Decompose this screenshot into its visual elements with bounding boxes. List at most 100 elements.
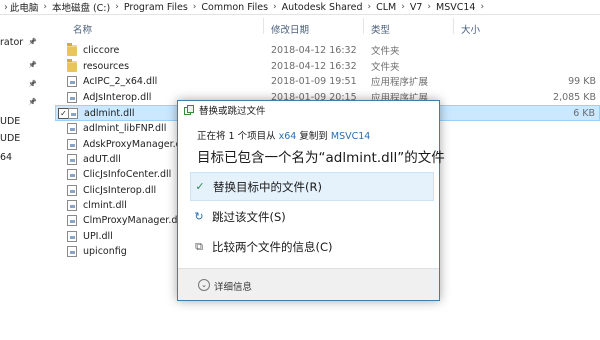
file-size: 2,085 KB — [553, 91, 596, 103]
pin-icon: 📌 — [28, 80, 37, 88]
nav-item[interactable]: 📌 — [0, 94, 50, 110]
checkmark-icon: ✓ — [195, 180, 205, 193]
column-header-date[interactable]: 修改日期 — [271, 22, 309, 36]
folder-icon — [67, 42, 77, 56]
dll-file-icon — [67, 153, 77, 165]
compare-files-option[interactable]: ⧉ 比较两个文件的信息(C) — [190, 232, 434, 261]
conflict-message: 目标已包含一个名为“adlmint.dll”的文件 — [197, 150, 445, 166]
skip-file-option[interactable]: ↻ 跳过该文件(S) — [190, 202, 434, 231]
breadcrumb[interactable]: › 此电脑 › 本地磁盘 (C:) › Program Files › Common Fil… — [0, 0, 600, 15]
chevron-right-icon[interactable]: › — [368, 2, 372, 12]
file-name: resources — [83, 60, 130, 72]
chevron-right-icon[interactable]: › — [480, 2, 484, 12]
dll-file-icon — [67, 230, 77, 242]
file-name: ClicJsInfoCenter.dll — [83, 168, 172, 180]
file-type: 文件夹 — [371, 46, 400, 57]
chevron-down-icon[interactable]: ⌄ — [198, 279, 210, 291]
chevron-right-icon[interactable]: › — [273, 2, 277, 12]
dll-file-icon — [67, 122, 77, 134]
nav-item[interactable]: UDE — [0, 130, 50, 146]
breadcrumb-item[interactable]: Program Files — [124, 2, 188, 13]
destination-folder-link[interactable]: MSVC14 — [331, 131, 370, 142]
breadcrumb-item[interactable]: Common Files — [201, 2, 268, 13]
chevron-right-icon[interactable]: › — [401, 2, 405, 12]
breadcrumb-item[interactable]: Autodesk Shared — [282, 2, 363, 13]
column-header-name[interactable]: 名称 — [73, 22, 92, 36]
more-details-toggle[interactable]: 详细信息 — [214, 279, 252, 293]
nav-item[interactable]: 📌 — [0, 76, 50, 92]
dll-file-icon — [67, 75, 77, 87]
dll-file-icon — [67, 245, 77, 257]
file-name: ClicJsInterop.dll — [83, 184, 157, 196]
column-header-type[interactable]: 类型 — [371, 22, 390, 36]
nav-item-label: UDE — [0, 115, 21, 127]
nav-item-label: rator — [0, 36, 24, 48]
source-folder-link[interactable]: x64 — [279, 131, 297, 142]
dialog-footer: ⌄ 详细信息 — [178, 268, 439, 300]
file-name: clmint.dll — [83, 199, 127, 211]
file-type: 应用程序扩展 — [371, 77, 429, 88]
dll-file-icon — [67, 199, 77, 211]
chevron-right-icon[interactable]: › — [193, 2, 197, 12]
file-row[interactable]: cliccore 2018-04-12 16:32 文件夹 — [55, 42, 600, 58]
column-headers: 名称 修改日期 类型 大小 — [63, 18, 600, 36]
dialog-titlebar[interactable]: 替换或跳过文件 — [178, 101, 439, 118]
file-name: AdskProxyManager.dll — [83, 138, 187, 150]
dialog-title: 替换或跳过文件 — [199, 105, 266, 117]
file-size: 99 KB — [568, 75, 596, 87]
pin-icon: 📌 — [28, 98, 37, 106]
compare-files-label: 比较两个文件的信息(C) — [212, 239, 333, 254]
file-name: adUT.dll — [83, 153, 121, 165]
file-name: ClmProxyManager.dll — [83, 214, 183, 226]
skip-file-label: 跳过该文件(S) — [212, 209, 286, 224]
nav-item[interactable]: UDE — [0, 113, 50, 129]
dll-file-icon — [67, 138, 77, 150]
dll-file-icon — [68, 107, 78, 119]
file-copy-icon — [184, 104, 194, 115]
replace-file-label: 替换目标中的文件(R) — [213, 179, 322, 194]
file-size: 6 KB — [573, 107, 595, 119]
file-name: AdJsInterop.dll — [83, 91, 152, 103]
file-date: 2018-01-09 19:51 — [271, 75, 357, 87]
nav-item[interactable]: 64 — [0, 149, 50, 165]
column-divider[interactable] — [363, 18, 364, 34]
breadcrumb-item[interactable]: V7 — [410, 2, 423, 13]
column-divider[interactable] — [453, 18, 454, 34]
chevron-right-icon: › — [4, 1, 8, 13]
file-row[interactable]: resources 2018-04-12 16:32 文件夹 — [55, 58, 600, 74]
file-name: adlmint_libFNP.dll — [83, 122, 167, 134]
chevron-right-icon[interactable]: › — [427, 2, 431, 12]
column-header-size[interactable]: 大小 — [461, 22, 480, 36]
skip-arrow-icon: ↻ — [194, 210, 204, 223]
nav-item-label: 64 — [0, 151, 13, 163]
dll-file-icon — [67, 91, 77, 103]
chevron-right-icon[interactable]: › — [43, 2, 47, 12]
compare-files-icon: ⧉ — [195, 239, 203, 253]
navigation-pane: rator 📌 📌 📌 📌 UDE UDE 64 — [0, 15, 52, 340]
file-name: adlmint.dll — [84, 107, 135, 119]
nav-item[interactable]: 📌 — [0, 57, 50, 73]
dll-file-icon — [67, 168, 77, 180]
copy-status-prefix: 正在将 1 个项目从 — [197, 131, 279, 142]
pin-icon: 📌 — [28, 61, 37, 69]
column-divider[interactable] — [263, 18, 264, 34]
file-row[interactable]: AcIPC_2_x64.dll 2018-01-09 19:51 应用程序扩展 99 … — [55, 73, 600, 89]
dll-file-icon — [67, 214, 77, 226]
file-name: AcIPC_2_x64.dll — [83, 75, 158, 87]
breadcrumb-item[interactable]: 本地磁盘 (C:) — [52, 0, 110, 14]
file-name: upiconfig — [83, 245, 127, 257]
pin-icon: 📌 — [28, 38, 37, 46]
file-date: 2018-04-12 16:32 — [271, 60, 357, 72]
copy-status-mid: 复制到 — [296, 131, 331, 142]
breadcrumb-item[interactable]: MSVC14 — [436, 2, 475, 13]
nav-item[interactable]: rator 📌 — [0, 34, 50, 50]
folder-icon — [67, 58, 77, 72]
replace-or-skip-dialog: 替换或跳过文件 正在将 1 个项目从 x64 复制到 MSVC14 目标已包含一… — [177, 100, 445, 301]
nav-item-label: UDE — [0, 132, 21, 144]
breadcrumb-item[interactable]: CLM — [376, 2, 396, 13]
file-name: UPI.dll — [83, 230, 113, 242]
chevron-right-icon[interactable]: › — [115, 2, 119, 12]
breadcrumb-item[interactable]: 此电脑 — [10, 0, 39, 14]
file-type: 文件夹 — [371, 62, 400, 73]
replace-file-option[interactable]: ✓ 替换目标中的文件(R) — [190, 172, 434, 201]
